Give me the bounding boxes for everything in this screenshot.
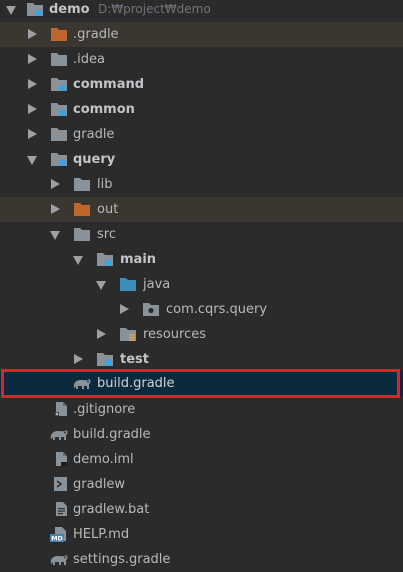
tree-label: .gitignore: [73, 402, 136, 417]
module-folder-icon: [51, 78, 67, 91]
expand-arrow-icon[interactable]: [6, 6, 16, 15]
tree-label: settings.gradle: [73, 552, 171, 567]
tree-label: gradlew: [73, 477, 126, 492]
tree-row-package[interactable]: com.cqrs.query: [0, 297, 403, 322]
tree-label: src: [97, 227, 116, 242]
tree-label-demo: demo: [49, 2, 90, 17]
iml-file-icon: [56, 452, 67, 466]
folder-icon: [74, 228, 90, 241]
file-icon: [55, 402, 67, 416]
excluded-folder-icon: [74, 203, 90, 216]
tree-label: common: [73, 102, 135, 117]
tree-row-demo-iml[interactable]: demo.iml: [0, 447, 403, 472]
markdown-file-icon: MD: [50, 527, 66, 542]
tree-label: out: [97, 202, 119, 217]
tree-label: .gradle: [73, 27, 119, 42]
highlight-annotation-box: [1, 369, 400, 398]
expand-arrow-icon[interactable]: [50, 231, 60, 240]
module-folder-icon: [51, 103, 67, 116]
expand-arrow-icon[interactable]: [73, 256, 83, 265]
tree-label: demo.iml: [73, 452, 134, 467]
tree-label: resources: [143, 327, 207, 342]
tree-row-gradlew-bat[interactable]: gradlew.bat: [0, 497, 403, 522]
source-folder-icon: [120, 278, 136, 291]
collapse-arrow-icon[interactable]: [28, 79, 37, 89]
resources-folder-icon: [120, 328, 136, 341]
tree-row-resources[interactable]: resources: [0, 322, 403, 347]
tree-row-gradle-cache[interactable]: .gradle: [0, 22, 403, 47]
collapse-arrow-icon[interactable]: [28, 129, 37, 139]
tree-label: .idea: [73, 52, 105, 67]
tree-row-gradlew[interactable]: gradlew: [0, 472, 403, 497]
collapse-arrow-icon[interactable]: [51, 179, 60, 189]
package-icon: [143, 303, 159, 316]
collapse-arrow-icon[interactable]: [28, 54, 37, 64]
module-folder-icon: [97, 353, 113, 366]
collapse-arrow-icon[interactable]: [28, 29, 37, 39]
tree-row-query[interactable]: query: [0, 147, 403, 172]
gradle-elephant-icon: [50, 430, 68, 440]
tree-label: HELP.md: [73, 527, 130, 542]
expand-arrow-icon[interactable]: [96, 281, 106, 290]
tree-label: com.cqrs.query: [166, 302, 268, 317]
tree-row-gitignore[interactable]: .gitignore: [0, 397, 403, 422]
tree-label: query: [73, 152, 116, 167]
tree-row-help-md[interactable]: MD HELP.md: [0, 522, 403, 547]
tree-row-main[interactable]: main: [0, 247, 403, 272]
folder-icon: [74, 178, 90, 191]
tree-row-src[interactable]: src: [0, 222, 403, 247]
gradle-elephant-icon: [50, 555, 68, 565]
tree-label: java: [143, 277, 171, 292]
tree-label: build.gradle: [73, 427, 151, 442]
tree-row-lib[interactable]: lib: [0, 172, 403, 197]
tree-row-out[interactable]: out: [0, 197, 403, 222]
tree-row-idea[interactable]: .idea: [0, 47, 403, 72]
md-icon-text: MD: [51, 535, 63, 542]
tree-label: gradlew.bat: [73, 502, 150, 517]
tree-label: command: [73, 77, 145, 92]
tree-row-demo[interactable]: demo D:₩project₩demo: [0, 0, 403, 22]
module-folder-icon: [27, 3, 43, 16]
folder-icon: [51, 53, 67, 66]
tree-row-gradle[interactable]: gradle: [0, 122, 403, 147]
tree-row-settings-gradle[interactable]: settings.gradle: [0, 547, 403, 572]
folder-icon: [51, 128, 67, 141]
tree-label: main: [120, 252, 157, 267]
collapse-arrow-icon[interactable]: [51, 204, 60, 214]
collapse-arrow-icon[interactable]: [97, 329, 106, 339]
tree-row-java[interactable]: java: [0, 272, 403, 297]
module-folder-icon: [97, 253, 113, 266]
tree-row-command[interactable]: command: [0, 72, 403, 97]
tree-row-common[interactable]: common: [0, 97, 403, 122]
tree-row-build-gradle[interactable]: build.gradle: [0, 422, 403, 447]
tree-label: gradle: [73, 127, 115, 142]
expand-arrow-icon[interactable]: [27, 156, 37, 165]
collapse-arrow-icon[interactable]: [120, 304, 129, 314]
tree-label: lib: [97, 177, 113, 192]
shell-script-icon: [54, 477, 67, 491]
text-file-icon: [56, 502, 67, 516]
collapse-arrow-icon[interactable]: [28, 104, 37, 114]
project-tree: demo D:₩project₩demo .gradle .idea comma…: [0, 0, 403, 567]
excluded-folder-icon: [51, 28, 67, 41]
module-folder-icon: [51, 153, 67, 166]
project-path: D:₩project₩demo: [98, 2, 211, 16]
collapse-arrow-icon[interactable]: [74, 354, 83, 364]
